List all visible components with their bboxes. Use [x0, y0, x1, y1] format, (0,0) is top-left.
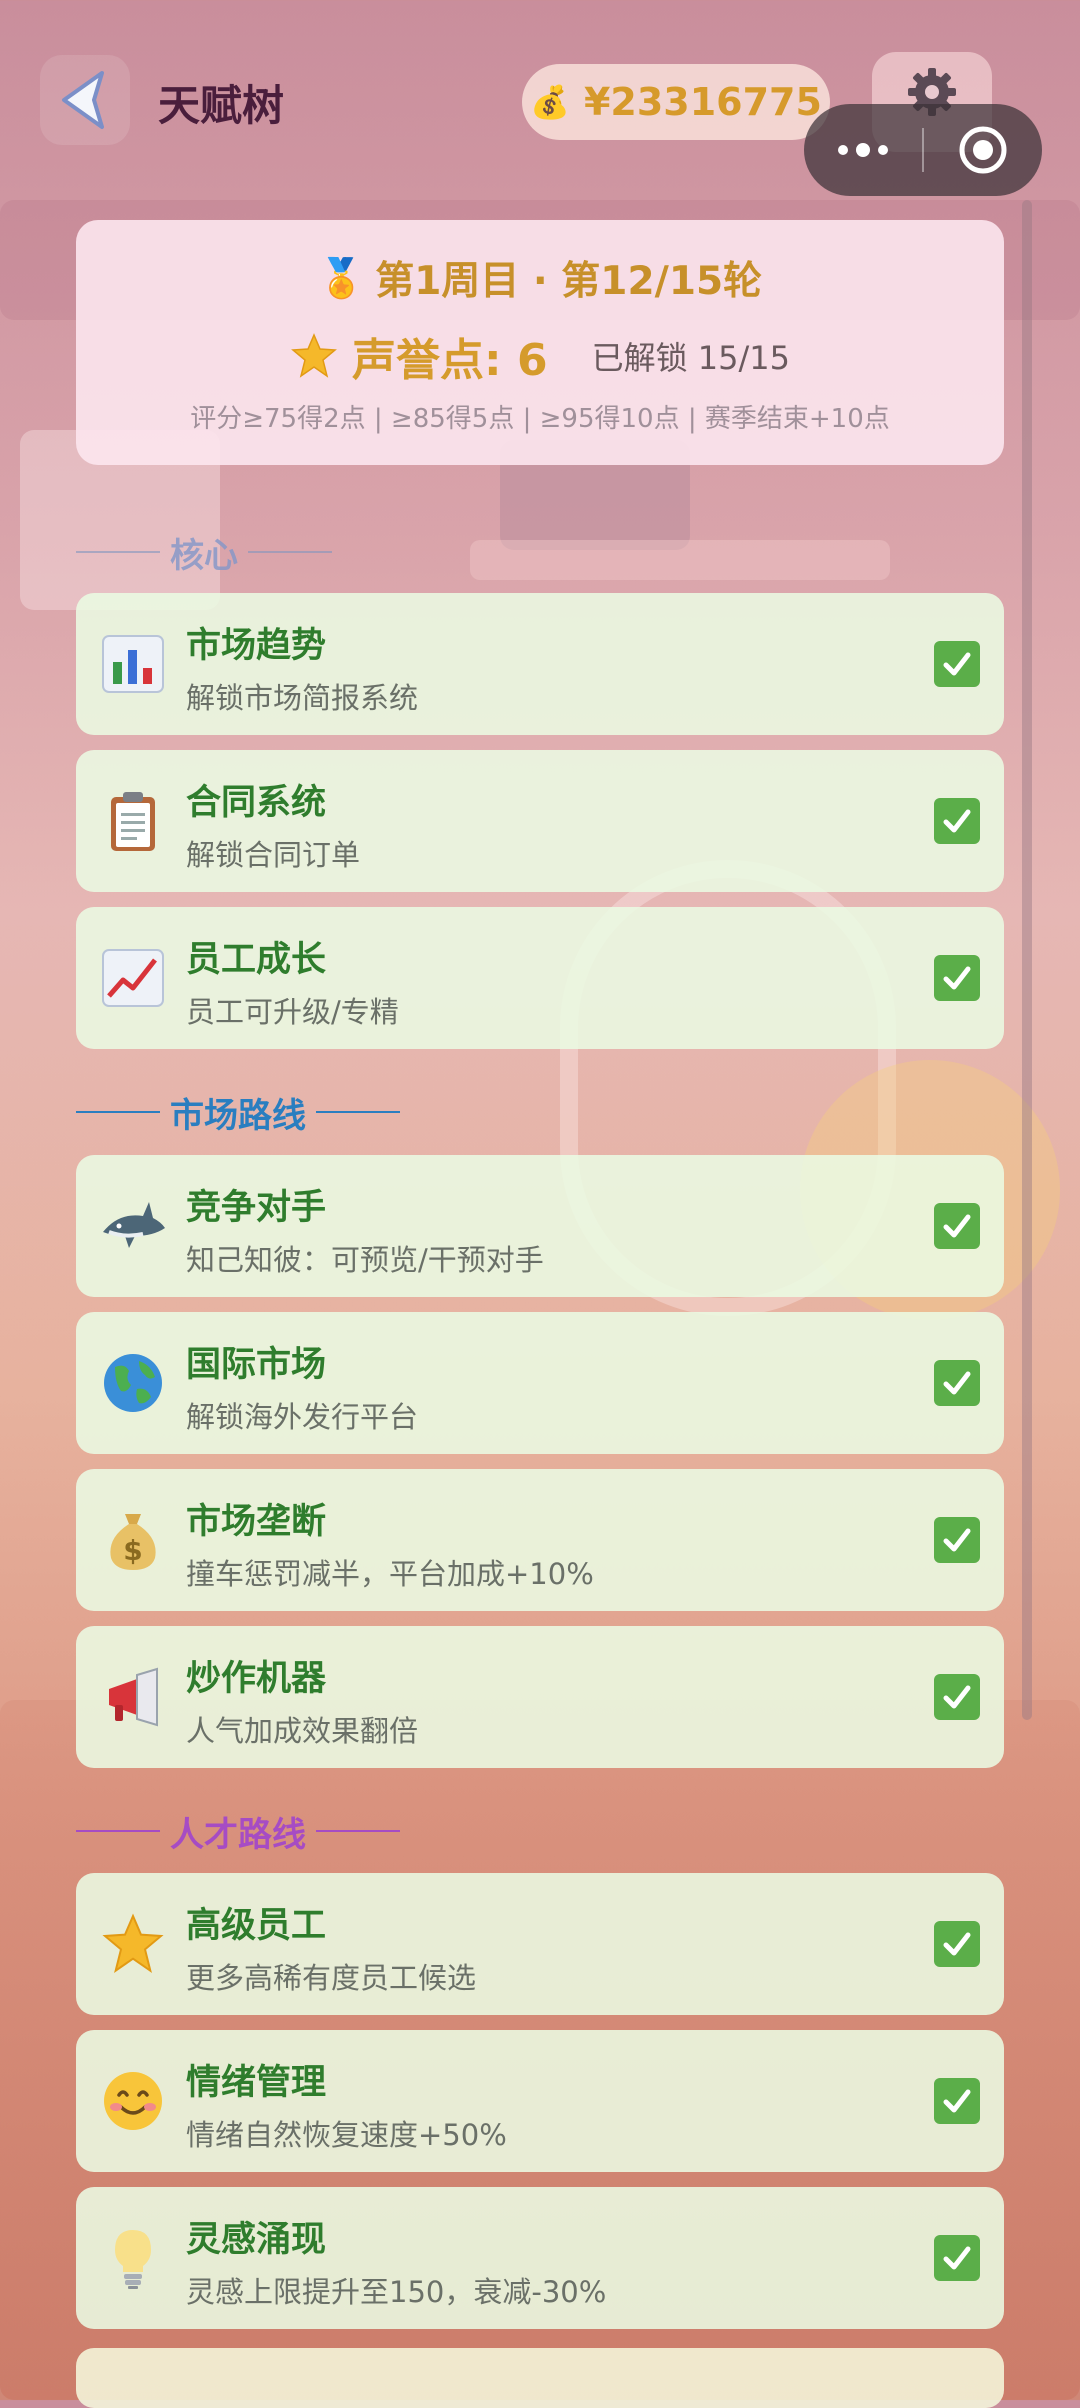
- checkbox-checked[interactable]: [934, 2235, 980, 2281]
- star-icon: [291, 333, 337, 378]
- talent-card-market-monopoly[interactable]: $ 市场垄断 撞车惩罚减半，平台加成+10%: [76, 1469, 1004, 1611]
- section-title: 核心: [170, 535, 238, 576]
- talent-desc: 解锁合同订单: [186, 838, 361, 872]
- section-line: [248, 551, 332, 553]
- talent-name: 高级员工: [186, 1906, 327, 1946]
- checkmark-icon: [943, 2246, 971, 2270]
- lightbulb-icon: [98, 2223, 168, 2293]
- talent-card-contract-system[interactable]: 合同系统 解锁合同订单: [76, 750, 1004, 892]
- page-title: 天赋树: [158, 81, 285, 130]
- checkmark-icon: [943, 966, 971, 990]
- checkbox-checked[interactable]: [934, 798, 980, 844]
- talent-card-competitor[interactable]: 竞争对手 知己知彼：可预览/干预对手: [76, 1155, 1004, 1297]
- talent-name: 合同系统: [186, 783, 327, 823]
- checkmark-icon: [943, 652, 971, 676]
- section-core: 核心: [76, 530, 332, 576]
- money-badge: 💰 ¥23316775: [522, 64, 830, 140]
- megaphone-icon: [98, 1662, 168, 1732]
- svg-text:$: $: [123, 1534, 142, 1567]
- checkbox-checked[interactable]: [934, 955, 980, 1001]
- checkbox-checked[interactable]: [934, 1360, 980, 1406]
- back-arrow-icon: [62, 71, 104, 129]
- checkmark-icon: [943, 1685, 971, 1709]
- talent-desc: 撞车惩罚减半，平台加成+10%: [186, 1557, 594, 1591]
- back-button[interactable]: [40, 55, 130, 145]
- cycle-label: 第1周目 · 第12/15轮: [375, 259, 763, 304]
- talent-desc: 知己知彼：可预览/干预对手: [186, 1243, 544, 1277]
- shark-icon: [98, 1191, 168, 1261]
- talent-desc: 情绪自然恢复速度+50%: [186, 2118, 507, 2152]
- checkmark-icon: [943, 1932, 971, 1956]
- talent-name: 国际市场: [186, 1345, 327, 1385]
- talent-card-staff-growth[interactable]: 员工成长 员工可升级/专精: [76, 907, 1004, 1049]
- talent-desc: 员工可升级/专精: [186, 995, 399, 1029]
- checkmark-icon: [943, 1528, 971, 1552]
- scrollbar[interactable]: [1022, 200, 1032, 1720]
- talent-name: 市场趋势: [186, 626, 327, 666]
- talent-card-market-trend[interactable]: 市场趋势 解锁市场简报系统: [76, 593, 1004, 735]
- background-shelf: [470, 540, 890, 580]
- talent-card-senior-staff[interactable]: 高级员工 更多高稀有度员工候选: [76, 1873, 1004, 2015]
- scoring-rules: 评分≥75得2点 | ≥85得5点 | ≥95得10点 | 赛季结束+10点: [190, 404, 890, 434]
- checkbox-checked[interactable]: [934, 2078, 980, 2124]
- talent-card-next[interactable]: [76, 2348, 1004, 2408]
- talent-desc: 人气加成效果翻倍: [186, 1714, 419, 1748]
- checkmark-icon: [943, 1371, 971, 1395]
- talent-name: 灵感涌现: [186, 2220, 327, 2260]
- clipboard-icon: [98, 786, 168, 856]
- medal-icon: 🏅: [317, 255, 366, 300]
- talent-name: 竞争对手: [186, 1188, 327, 1228]
- talent-card-inspiration[interactable]: 灵感涌现 灵感上限提升至150，衰减-30%: [76, 2187, 1004, 2329]
- section-line: [316, 1111, 400, 1113]
- checkbox-checked[interactable]: [934, 641, 980, 687]
- talent-name: 市场垄断: [186, 1502, 327, 1542]
- talent-name: 情绪管理: [186, 2063, 327, 2103]
- star-icon: [98, 1909, 168, 1979]
- talent-desc: 更多高稀有度员工候选: [186, 1961, 477, 1995]
- mini-program-capsule: [804, 104, 1042, 196]
- summary-card: 🏅 第1周目 · 第12/15轮 声誉点: 6 已解锁 15/15 评分≥75得…: [76, 220, 1004, 465]
- checkbox-checked[interactable]: [934, 1517, 980, 1563]
- section-title: 人才路线: [170, 1814, 306, 1855]
- talent-card-hype-machine[interactable]: 炒作机器 人气加成效果翻倍: [76, 1626, 1004, 1768]
- globe-icon: [98, 1348, 168, 1418]
- talent-card-international-market[interactable]: 国际市场 解锁海外发行平台: [76, 1312, 1004, 1454]
- checkbox-checked[interactable]: [934, 1203, 980, 1249]
- talent-name: 员工成长: [186, 940, 327, 980]
- checkmark-icon: [943, 1214, 971, 1238]
- section-line: [316, 1830, 400, 1832]
- section-market: 市场路线: [76, 1090, 400, 1136]
- section-line: [76, 1111, 160, 1113]
- close-miniprogram-button[interactable]: [924, 124, 1042, 176]
- unlocked-count: 已解锁 15/15: [591, 339, 790, 377]
- talent-card-emotion-management[interactable]: 情绪管理 情绪自然恢复速度+50%: [76, 2030, 1004, 2172]
- section-line: [76, 1830, 160, 1832]
- talent-name: 炒作机器: [186, 1659, 327, 1699]
- more-menu-button[interactable]: [804, 143, 922, 157]
- checkmark-icon: [943, 2089, 971, 2113]
- talent-desc: 灵感上限提升至150，衰减-30%: [186, 2275, 607, 2309]
- reputation-points: 声誉点: 6: [352, 335, 548, 386]
- bar-chart-icon: [98, 629, 168, 699]
- checkbox-checked[interactable]: [934, 1921, 980, 1967]
- section-talent: 人才路线: [76, 1809, 400, 1855]
- smile-icon: [98, 2066, 168, 2136]
- money-amount: ¥23316775: [583, 80, 822, 124]
- talent-desc: 解锁海外发行平台: [186, 1400, 419, 1434]
- section-title: 市场路线: [170, 1095, 306, 1136]
- money-bag-icon: $: [98, 1505, 168, 1575]
- growth-chart-icon: [98, 943, 168, 1013]
- checkbox-checked[interactable]: [934, 1674, 980, 1720]
- talent-desc: 解锁市场简报系统: [186, 681, 419, 715]
- section-line: [76, 551, 160, 553]
- checkmark-icon: [943, 809, 971, 833]
- money-bag-icon: 💰: [530, 83, 570, 121]
- record-icon: [959, 126, 1007, 174]
